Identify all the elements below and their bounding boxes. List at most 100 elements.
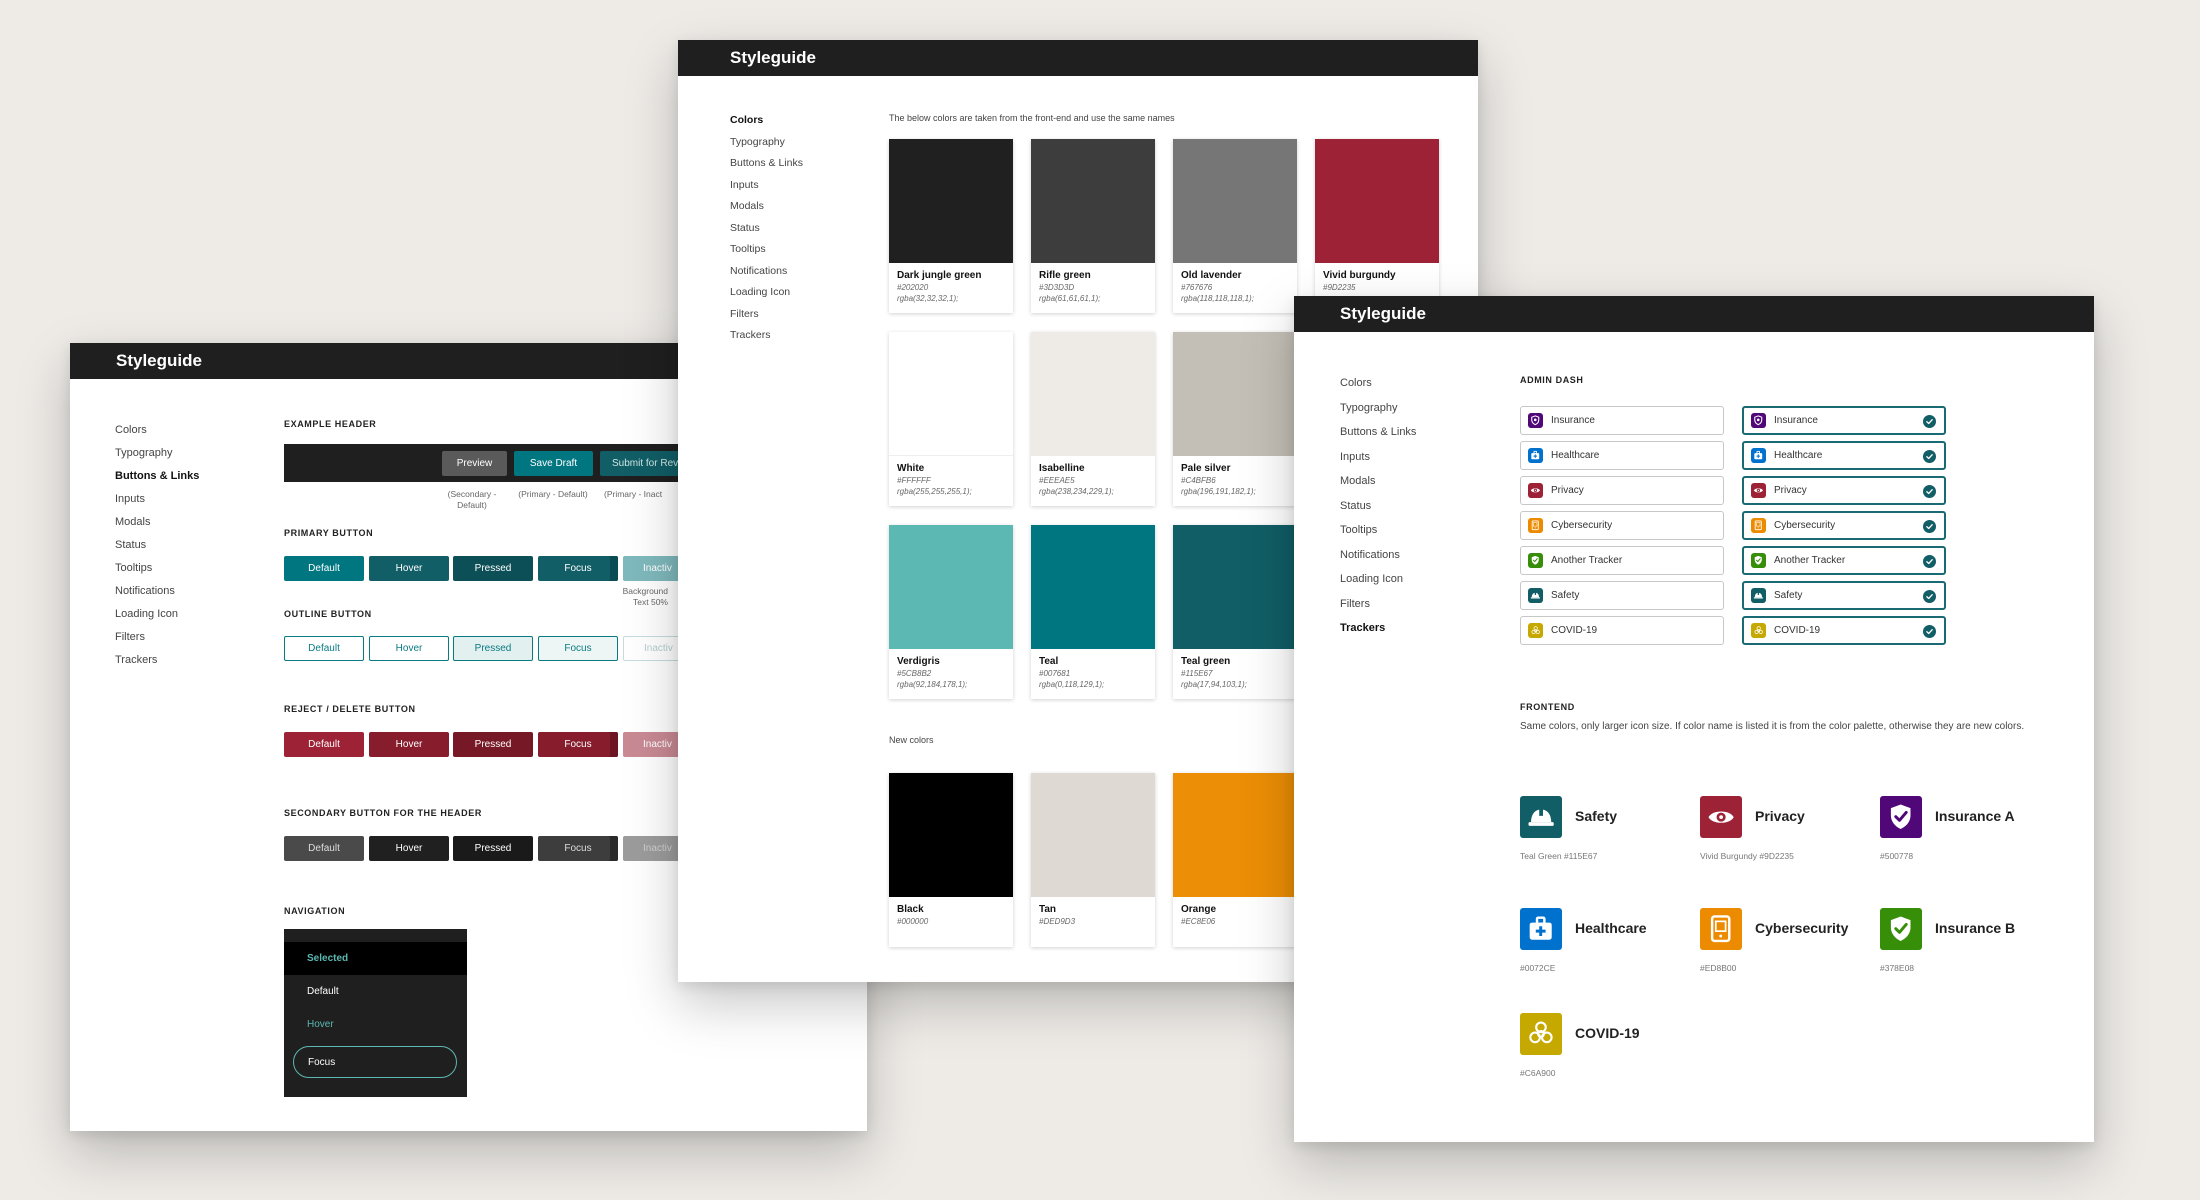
secondary-pressed-button[interactable]: Pressed (453, 836, 533, 861)
outline-default-button[interactable]: Default (284, 636, 364, 661)
primary-pressed-button[interactable]: Pressed (453, 556, 533, 581)
tracker-label: Cybersecurity (1551, 520, 1613, 531)
secondary-focus-button[interactable]: Focus (538, 836, 618, 861)
color-rgba: rgba(32,32,32,1); (897, 294, 959, 303)
shield-check-icon (1751, 553, 1766, 568)
nav-link[interactable]: Loading Icon (730, 282, 803, 304)
tracker-pill[interactable]: Another Tracker (1520, 546, 1724, 575)
shield-icon (1528, 413, 1543, 428)
tracker-pill-selected[interactable]: COVID-19 (1742, 616, 1946, 645)
color-swatch: White #FFFFFF rgba(255,255,255,1); (889, 332, 1013, 506)
submit-button[interactable]: Submit for Rev (600, 451, 690, 476)
nav-link[interactable]: Status (1340, 494, 1416, 519)
color-name: Pale silver (1181, 463, 1231, 474)
nav-link[interactable]: Typography (1340, 396, 1416, 421)
tracker-pill-selected[interactable]: Insurance (1742, 406, 1946, 435)
nav-demo-selected[interactable]: Selected (284, 942, 467, 975)
tracker-pill-selected[interactable]: Cybersecurity (1742, 511, 1946, 540)
secondary-default-button[interactable]: Default (284, 836, 364, 861)
nav-link[interactable]: Colors (115, 419, 199, 442)
color-chip (1031, 139, 1155, 263)
nav-link[interactable]: Colors (1340, 371, 1416, 396)
nav-link[interactable]: Filters (115, 626, 199, 649)
tracker-pill[interactable]: Safety (1520, 581, 1724, 610)
preview-button[interactable]: Preview (442, 451, 507, 476)
reject-default-button[interactable]: Default (284, 732, 364, 757)
sidebar-nav: Colors Typography Buttons & Links Inputs… (1340, 371, 1416, 641)
nav-link[interactable]: Loading Icon (115, 603, 199, 626)
tracker-pill-selected[interactable]: Privacy (1742, 476, 1946, 505)
nav-link[interactable]: Status (730, 218, 803, 240)
color-chip (1173, 139, 1297, 263)
tracker-pill-selected[interactable]: Safety (1742, 581, 1946, 610)
tracker-pill[interactable]: Cybersecurity (1520, 511, 1724, 540)
tracker-label: Safety (1774, 590, 1803, 601)
nav-link[interactable]: Notifications (730, 261, 803, 283)
color-name: Teal green (1181, 656, 1231, 667)
reject-focus-button[interactable]: Focus (538, 732, 618, 757)
primary-hover-button[interactable]: Hover (369, 556, 449, 581)
save-draft-button[interactable]: Save Draft (514, 451, 593, 476)
tracker-pill[interactable]: Healthcare (1520, 441, 1724, 470)
tracker-label: Insurance (1774, 415, 1818, 426)
navigation-demo: Selected Default Hover Focus (284, 929, 467, 1097)
nav-link[interactable]: Notifications (1340, 543, 1416, 568)
nav-link[interactable]: Trackers (730, 325, 803, 347)
reject-pressed-button[interactable]: Pressed (453, 732, 533, 757)
nav-demo-default[interactable]: Default (284, 975, 467, 1008)
nav-link[interactable]: Inputs (115, 488, 199, 511)
primary-default-button[interactable]: Default (284, 556, 364, 581)
frontend-icon-caption: Teal Green #115E67 (1520, 851, 1598, 861)
color-rgba: rgba(238,234,229,1); (1039, 487, 1114, 496)
nav-demo-hover[interactable]: Hover (284, 1008, 467, 1041)
outline-focus-button[interactable]: Focus (538, 636, 618, 661)
nav-link[interactable]: Modals (730, 196, 803, 218)
color-name: Old lavender (1181, 270, 1242, 281)
nav-link[interactable]: Tooltips (730, 239, 803, 261)
nav-link[interactable]: Colors (730, 110, 803, 132)
nav-link[interactable]: Buttons & Links (115, 465, 199, 488)
nav-link[interactable]: Modals (1340, 469, 1416, 494)
tracker-pill-selected[interactable]: Healthcare (1742, 441, 1946, 470)
secondary-hover-button[interactable]: Hover (369, 836, 449, 861)
outline-hover-button[interactable]: Hover (369, 636, 449, 661)
tracker-label: Safety (1551, 590, 1580, 601)
hardhat-icon (1520, 796, 1562, 838)
outline-pressed-button[interactable]: Pressed (453, 636, 533, 661)
nav-link[interactable]: Status (115, 534, 199, 557)
nav-link[interactable]: Notifications (115, 580, 199, 603)
tracker-label: Another Tracker (1774, 555, 1846, 566)
nav-link[interactable]: Inputs (1340, 445, 1416, 470)
nav-demo-focus[interactable]: Focus (293, 1046, 457, 1078)
nav-link[interactable]: Buttons & Links (1340, 420, 1416, 445)
nav-link[interactable]: Typography (730, 132, 803, 154)
nav-link[interactable]: Inputs (730, 175, 803, 197)
nav-link[interactable]: Tooltips (115, 557, 199, 580)
nav-link[interactable]: Modals (115, 511, 199, 534)
frontend-icon-label: Insurance A (1935, 808, 2015, 824)
color-chip (1173, 773, 1297, 897)
tracker-pill[interactable]: Privacy (1520, 476, 1724, 505)
color-rgba: rgba(255,255,255,1); (897, 487, 972, 496)
nav-link[interactable]: Filters (730, 304, 803, 326)
tracker-label: COVID-19 (1551, 625, 1598, 636)
tracker-pill[interactable]: COVID-19 (1520, 616, 1724, 645)
nav-link[interactable]: Trackers (1340, 616, 1416, 641)
frontend-icon-label: Cybersecurity (1755, 920, 1849, 936)
tracker-pill-selected[interactable]: Another Tracker (1742, 546, 1946, 575)
tracker-pill[interactable]: Insurance (1520, 406, 1724, 435)
nav-link[interactable]: Tooltips (1340, 518, 1416, 543)
primary-focus-button[interactable]: Focus (538, 556, 618, 581)
nav-link[interactable]: Loading Icon (1340, 567, 1416, 592)
nav-link[interactable]: Filters (1340, 592, 1416, 617)
nav-link[interactable]: Trackers (115, 649, 199, 672)
button-note: Background Text 50% (622, 586, 668, 607)
frontend-icon-caption: #500778 (1880, 851, 1914, 861)
section-title: ADMIN DASH (1520, 375, 1584, 385)
tracker-label: Another Tracker (1551, 555, 1623, 566)
frontend-icon-label: Healthcare (1575, 920, 1647, 936)
nav-link[interactable]: Typography (115, 442, 199, 465)
nav-link[interactable]: Buttons & Links (730, 153, 803, 175)
sheet-title: Styleguide (116, 351, 202, 370)
reject-hover-button[interactable]: Hover (369, 732, 449, 757)
